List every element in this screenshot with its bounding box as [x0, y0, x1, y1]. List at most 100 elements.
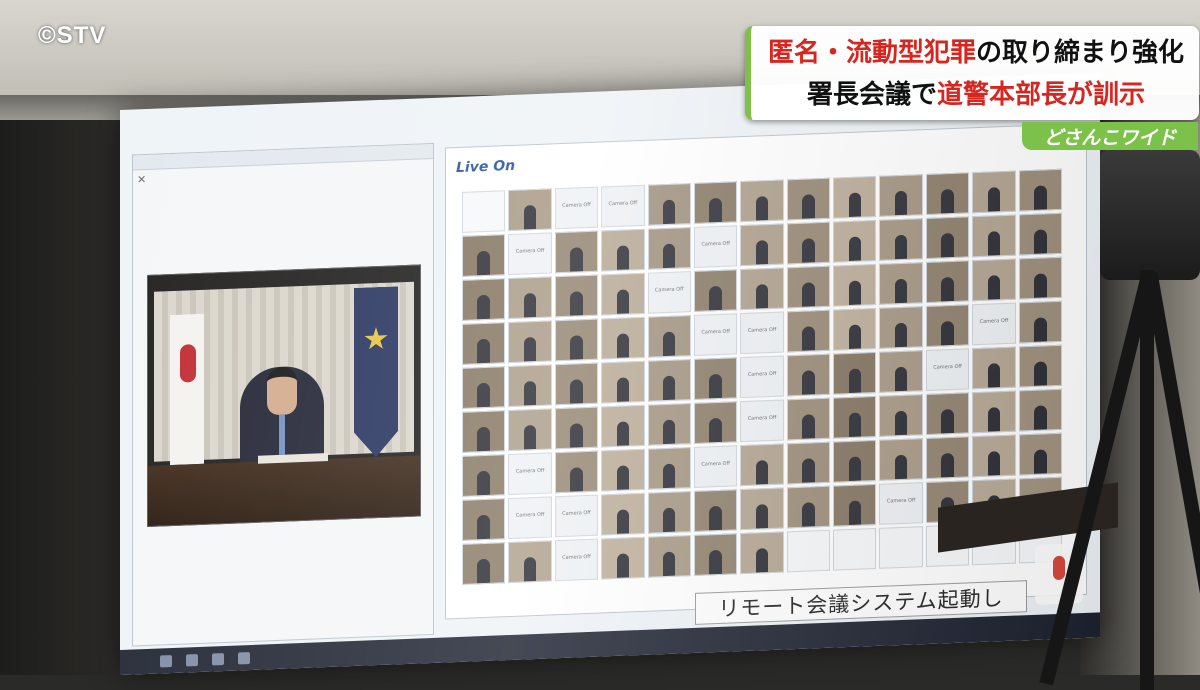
- participant-tile: [601, 448, 645, 492]
- participant-tile: Camera Off: [508, 232, 552, 276]
- participant-tile: [693, 269, 738, 312]
- participant-tile: [879, 438, 923, 481]
- camera-off-label: Camera Off: [562, 201, 591, 210]
- participant-tile: Camera Off: [740, 355, 784, 399]
- camera-off-label: Camera Off: [701, 460, 730, 468]
- participant-tile: [833, 263, 877, 307]
- participant-tile: [554, 318, 599, 362]
- participant-tile: [1018, 256, 1062, 300]
- participant-tile: [462, 542, 506, 585]
- participant-tile: [508, 188, 552, 232]
- participant-tile: Camera Off: [554, 494, 599, 538]
- telop-line-2-highlight: 道警本部長が訓示: [937, 80, 1146, 110]
- participant-tile: [647, 403, 691, 446]
- desk: [148, 455, 420, 526]
- participant-tile: [833, 307, 877, 351]
- camera-head: [1100, 150, 1200, 280]
- participant-tile: [879, 262, 923, 305]
- participant-tile: [554, 274, 599, 318]
- participant-tile: [554, 230, 599, 274]
- telop-line-1-highlight: 匿名・流動型犯罪: [767, 38, 976, 68]
- telop-line-2: 署長会議で道警本部長が訓示: [761, 74, 1191, 111]
- app-logo: Live On: [456, 157, 516, 177]
- participant-tile: [833, 219, 877, 263]
- participant-tile: [786, 265, 831, 309]
- camera-off-label: Camera Off: [701, 328, 730, 336]
- window-titlebar: [133, 143, 433, 171]
- participant-tile: Camera Off: [693, 225, 738, 268]
- telop-line-2-lead: 署長会議で: [806, 80, 937, 110]
- participant-tile: [1018, 168, 1062, 212]
- participant-tile: [647, 315, 691, 358]
- participant-tile: [786, 309, 831, 353]
- participant-tile: [740, 223, 784, 267]
- participant-tile: [601, 272, 645, 316]
- projected-screen: ✕ Live On Camera Off Camera Off Camera Off…: [120, 72, 1100, 676]
- speaker-video: [147, 264, 421, 527]
- participant-tile: [508, 364, 552, 408]
- participant-tile: Camera Off: [925, 348, 970, 392]
- participant-tile: [972, 170, 1016, 214]
- participant-tile: Camera Off: [647, 271, 691, 314]
- participant-tile: [462, 410, 506, 453]
- participant-tile: [786, 353, 831, 397]
- participant-tile: [508, 320, 552, 364]
- participant-tile: [462, 234, 506, 277]
- participant-tile: Camera Off: [508, 496, 552, 540]
- participant-tile: [879, 306, 923, 349]
- camera-off-label: Camera Off: [747, 326, 777, 334]
- participant-tile: [972, 346, 1016, 390]
- participant-tile: [693, 357, 738, 400]
- participant-tile: [740, 179, 784, 223]
- taskbar-icon: [212, 652, 224, 665]
- participant-tile: Camera Off: [554, 186, 599, 230]
- participant-tile: [647, 183, 691, 226]
- telop-line-1: 匿名・流動型犯罪の取り締まり強化: [761, 32, 1191, 69]
- police-flag: [354, 286, 398, 458]
- camera-off-label: Camera Off: [979, 317, 1009, 325]
- camera-off-label: Camera Off: [747, 370, 777, 378]
- left-wall: [0, 120, 140, 675]
- participant-tile: [554, 362, 599, 406]
- taskbar-icon: [160, 654, 172, 667]
- participant-tile: [647, 359, 691, 402]
- participant-tile: [1018, 432, 1062, 476]
- participant-tile: Camera Off: [601, 184, 645, 228]
- participant-tile: [925, 172, 970, 216]
- camera-off-label: Camera Off: [562, 553, 591, 562]
- participant-tile: [462, 278, 506, 321]
- participant-tile: [1018, 212, 1062, 256]
- japan-flag: [170, 313, 204, 466]
- news-telop: 匿名・流動型犯罪の取り締まり強化 署長会議で道警本部長が訓示: [745, 26, 1199, 120]
- participant-tile: [925, 436, 970, 480]
- participant-tile: [833, 395, 877, 439]
- participant-tile: [786, 485, 831, 529]
- participant-tile: [601, 492, 645, 536]
- participant-tile: [693, 489, 738, 532]
- participant-tile: [925, 304, 970, 348]
- participant-tile: [786, 177, 831, 221]
- participant-tile: [601, 404, 645, 448]
- participant-tile: [462, 498, 506, 541]
- camera-off-label: Camera Off: [933, 363, 962, 371]
- camera-off-label: Camera Off: [886, 497, 916, 505]
- participant-tile: [740, 487, 784, 531]
- participant-tile: [462, 322, 506, 365]
- participant-tile: [786, 441, 831, 485]
- participant-tile: [972, 390, 1016, 434]
- taskbar-icon: [238, 651, 250, 664]
- participant-tile: Camera Off: [554, 538, 599, 582]
- speaker-window: ✕: [132, 142, 434, 647]
- participant-tile: Camera Off: [693, 445, 738, 488]
- participant-tile: [693, 181, 738, 224]
- participant-tile: Camera Off: [693, 313, 738, 356]
- participant-tile: [1018, 344, 1062, 388]
- participant-tile: [693, 401, 738, 444]
- participant-tile: [833, 483, 877, 527]
- participant-tile: [740, 531, 784, 575]
- telop-line-1-rest: の取り締まり強化: [976, 38, 1185, 68]
- participant-tile: [925, 216, 970, 260]
- participant-tile: [972, 258, 1016, 302]
- participant-tile: Camera Off: [879, 482, 923, 525]
- camera-off-label: Camera Off: [515, 511, 545, 519]
